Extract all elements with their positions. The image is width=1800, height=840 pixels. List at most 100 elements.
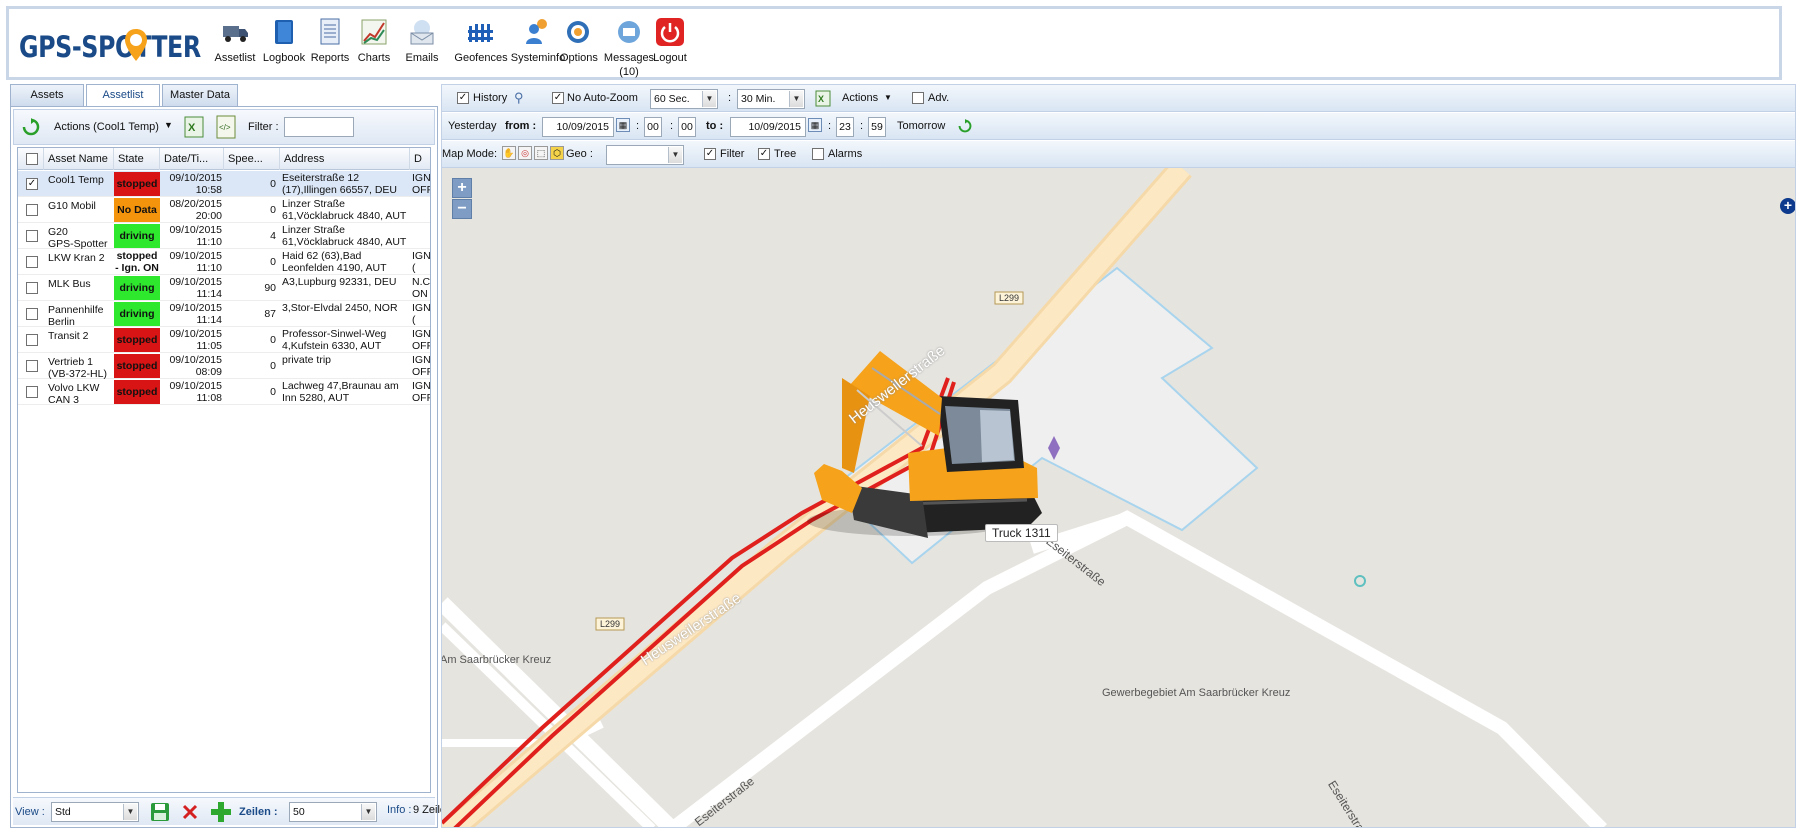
actions-dropdown[interactable]: Actions (Cool1 Temp) xyxy=(54,121,159,133)
logbook-button[interactable]: Logbook xyxy=(261,17,307,65)
charts-button[interactable]: Charts xyxy=(354,17,394,65)
tomorrow-button[interactable]: Tomorrow xyxy=(897,120,945,132)
date-value: 08/20/2015 xyxy=(169,198,222,210)
row-checkbox[interactable] xyxy=(26,204,38,216)
systeminfo-button[interactable]: Systeminfo xyxy=(509,17,567,65)
col-d[interactable]: D xyxy=(410,148,430,170)
col-address[interactable]: Address xyxy=(280,148,410,170)
interval-select[interactable]: 60 Sec. ▼ xyxy=(650,89,718,109)
geo-select[interactable]: ▼ xyxy=(606,145,684,165)
excel-export-icon[interactable]: X xyxy=(184,116,204,138)
col-date-time[interactable]: Date/Ti... xyxy=(160,148,224,170)
status-text: stopped xyxy=(116,386,158,398)
to-label: to : xyxy=(706,120,724,132)
date-value: 09/10/2015 xyxy=(169,328,222,340)
row-checkbox[interactable]: ✓ xyxy=(26,178,38,190)
tab-assets[interactable]: Assets xyxy=(10,84,84,106)
row-checkbox[interactable] xyxy=(26,334,38,346)
view-select[interactable]: Std ▼ xyxy=(51,802,139,822)
assetlist-button[interactable]: Assetlist xyxy=(212,17,258,65)
refresh-icon[interactable] xyxy=(958,119,972,133)
zoom-in-button[interactable]: + xyxy=(452,178,472,198)
rows-select[interactable]: 50 ▼ xyxy=(289,802,377,822)
row-checkbox[interactable] xyxy=(26,256,38,268)
from-date-input[interactable]: 10/09/2015 xyxy=(542,117,614,137)
filter-checkbox[interactable]: ✓ xyxy=(704,148,716,160)
row-checkbox[interactable] xyxy=(26,282,38,294)
power-icon xyxy=(656,18,684,46)
from-hour-input[interactable]: 00 xyxy=(644,117,662,137)
poi-marker[interactable] xyxy=(1354,575,1366,587)
messages-button[interactable]: Messages (10) xyxy=(603,17,655,79)
table-row[interactable]: Pannenhilfe Berlin driving 09/10/2015 11:14 8… xyxy=(18,301,430,328)
reports-button[interactable]: Reports xyxy=(309,17,351,65)
calendar-icon[interactable]: ▦ xyxy=(808,118,822,132)
history-checkbox[interactable]: ✓ xyxy=(457,92,469,104)
polygon-select-icon[interactable]: ⬡ xyxy=(550,146,564,160)
actions-menu[interactable]: Actions xyxy=(842,92,878,104)
from-minute-input[interactable]: 00 xyxy=(678,117,696,137)
options-button[interactable]: Options xyxy=(560,17,598,65)
table-row[interactable]: LKW Kran 2 stopped - Ign. ON 09/10/2015 11:1… xyxy=(18,249,430,275)
duration-select[interactable]: 30 Min. ▼ xyxy=(737,89,805,109)
geofences-button[interactable]: Geofences xyxy=(453,17,509,65)
emails-button[interactable]: Emails xyxy=(400,17,444,65)
select-all-checkbox[interactable] xyxy=(26,153,38,165)
address-line1: 3,Stor-Elvdal 2450, NOR xyxy=(282,302,398,314)
row-checkbox[interactable] xyxy=(26,360,38,372)
separator-colon: : xyxy=(728,92,732,104)
ignition-line2: ON xyxy=(412,288,428,300)
table-row[interactable]: ✓ Cool1 Temp stopped 09/10/2015 10:58 0 Eseite… xyxy=(18,171,430,197)
map-toolbar-3: Map Mode: ✋ ◎ ⬚ ⬡ Geo : ▼ ✓ Filter ✓ Tre… xyxy=(442,141,1795,168)
layer-switcher-button[interactable]: + xyxy=(1780,198,1795,214)
table-row[interactable]: G10 Mobil No Data 08/20/2015 20:00 0 Linzer S… xyxy=(18,197,430,223)
col-asset-name[interactable]: Asset Name xyxy=(44,148,114,170)
col-speed[interactable]: Spee... xyxy=(224,148,280,170)
calendar-icon[interactable]: ▦ xyxy=(616,118,630,132)
row-checkbox[interactable] xyxy=(26,230,38,242)
map-road xyxy=(667,510,1607,827)
tab-assetlist[interactable]: Assetlist xyxy=(86,84,160,107)
add-icon[interactable] xyxy=(209,800,233,824)
magnifier-icon[interactable]: ⚲ xyxy=(514,90,524,106)
zoom-out-button[interactable]: − xyxy=(452,199,472,219)
logo-text: GPS-SPOTTER xyxy=(19,30,201,64)
save-icon[interactable] xyxy=(149,801,171,823)
hand-pan-icon[interactable]: ✋ xyxy=(502,146,516,160)
filter-input[interactable] xyxy=(284,117,354,137)
to-date-input[interactable]: 10/09/2015 xyxy=(730,117,806,137)
fence-icon xyxy=(468,24,493,42)
alarms-checkbox[interactable] xyxy=(812,148,824,160)
table-row[interactable]: Volvo LKW CAN 3 stopped 09/10/2015 11:08 0 Lac… xyxy=(18,379,430,406)
to-hour-input[interactable]: 23 xyxy=(836,117,854,137)
vehicle-label[interactable]: Truck 1311 xyxy=(985,524,1058,542)
yesterday-button[interactable]: Yesterday xyxy=(448,120,497,132)
table-row[interactable]: Transit 2 stopped 09/10/2015 11:05 0 Professo… xyxy=(18,327,430,353)
filter-label: Filter : xyxy=(248,121,279,133)
map-canvas[interactable]: Heusweilerstraße Heusweilerstraße Eseite… xyxy=(442,168,1795,827)
asset-name: LKW Kran 2 xyxy=(48,252,105,264)
box-select-icon[interactable]: ⬚ xyxy=(534,146,548,160)
col-state[interactable]: State xyxy=(114,148,160,170)
tab-master-data[interactable]: Master Data xyxy=(162,84,238,106)
to-minute-input[interactable]: 59 xyxy=(868,117,886,137)
zoom-select-icon[interactable]: ◎ xyxy=(518,146,532,160)
excel-export-icon[interactable]: X xyxy=(815,90,831,107)
adv-checkbox[interactable] xyxy=(912,92,924,104)
delete-icon[interactable] xyxy=(181,803,199,821)
table-row[interactable]: MLK Bus driving 09/10/2015 11:14 90 A3,Lupbur… xyxy=(18,275,430,301)
chevron-down-icon: ▼ xyxy=(789,91,803,107)
no-auto-zoom-checkbox[interactable]: ✓ xyxy=(552,92,564,104)
row-checkbox[interactable] xyxy=(26,386,38,398)
gps-spotter-logo: GPS-SPOTTER xyxy=(19,24,211,64)
status-text-line2: - Ign. ON xyxy=(115,262,159,274)
row-checkbox[interactable] xyxy=(26,308,38,320)
table-row[interactable]: Vertrieb 1 (VB-372-HL) stopped 09/10/2015 08… xyxy=(18,353,430,380)
tree-checkbox[interactable]: ✓ xyxy=(758,148,770,160)
table-row[interactable]: G20 GPS-Spotter driving 09/10/2015 11:10 4 Lin… xyxy=(18,223,430,250)
logout-button[interactable]: Logout xyxy=(651,17,689,65)
refresh-icon[interactable] xyxy=(22,118,40,136)
no-auto-zoom-label: No Auto-Zoom xyxy=(567,92,638,104)
xml-export-icon[interactable]: </> xyxy=(216,115,236,139)
ignition-cell xyxy=(412,224,430,250)
